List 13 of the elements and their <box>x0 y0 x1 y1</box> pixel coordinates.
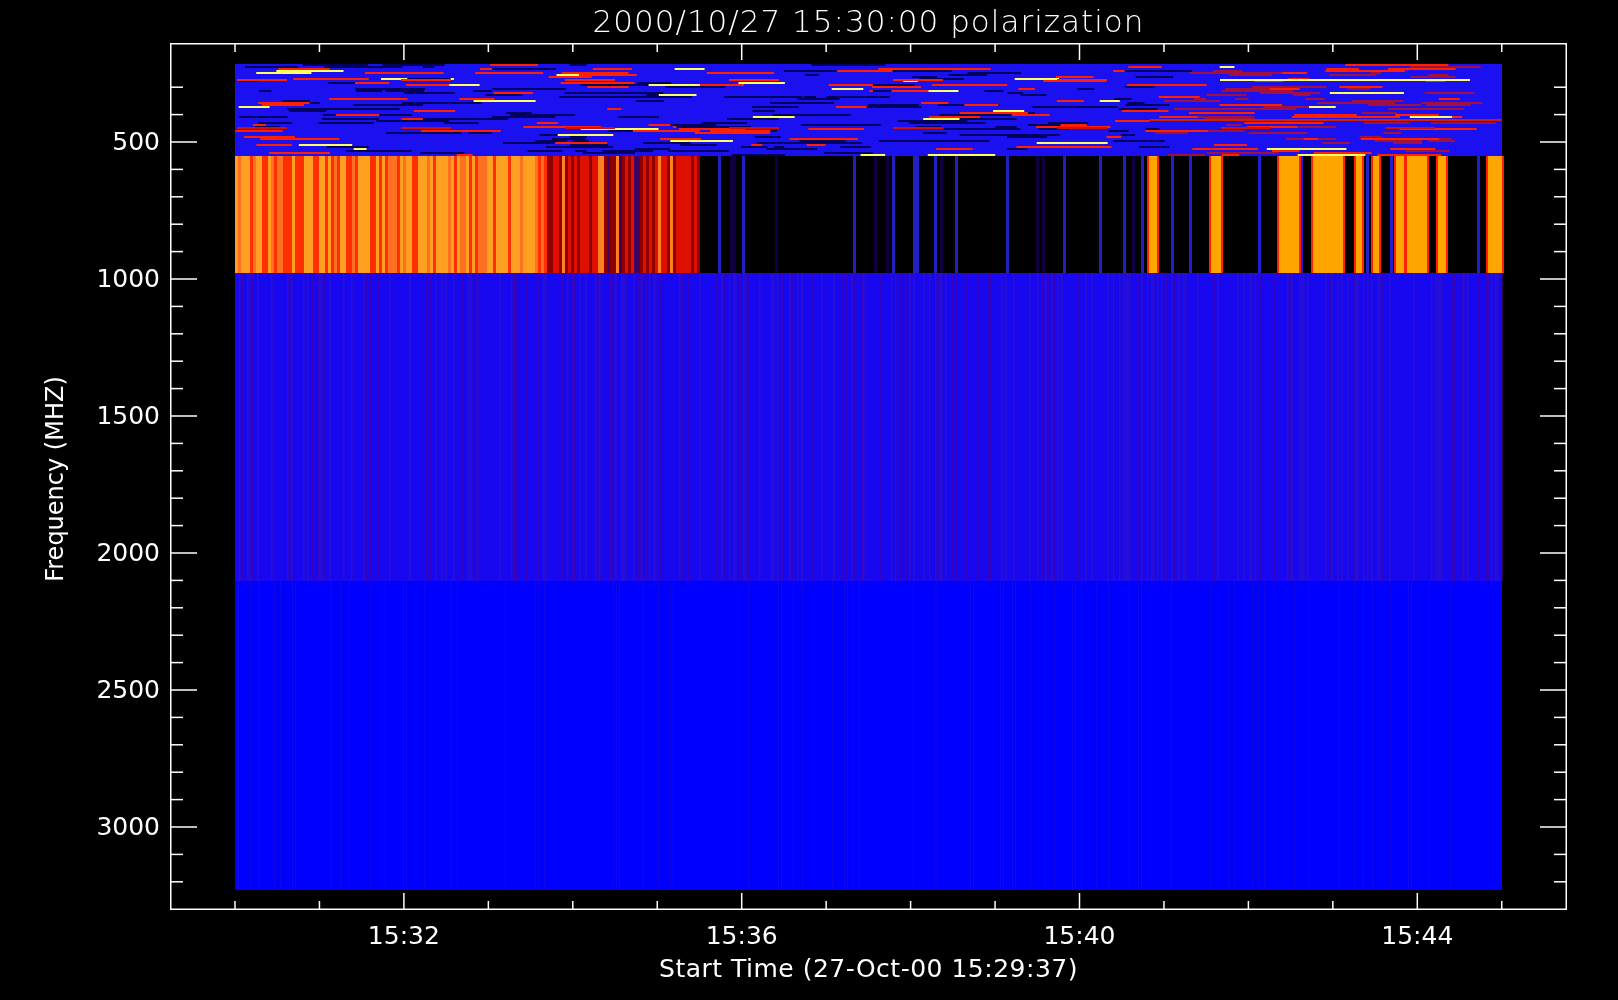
y-tick-label: 2000 <box>96 538 160 568</box>
x-tick-label: 15:36 <box>704 921 779 951</box>
y-tick-label: 1000 <box>96 264 160 294</box>
x-axis-title: Start Time (27-Oct-00 15:29:37) <box>658 954 1079 984</box>
x-tick-label: 15:32 <box>366 921 441 951</box>
y-tick-label: 2500 <box>96 675 160 705</box>
y-tick-label: 500 <box>112 127 160 157</box>
x-tick-label: 15:40 <box>1042 921 1117 951</box>
plot-title: 2000/10/27 15:30:00 polarization <box>591 2 1146 41</box>
x-tick-label: 15:44 <box>1380 921 1455 951</box>
y-axis-title: Frequency (MHZ) <box>40 375 70 584</box>
y-tick-label: 1500 <box>96 401 160 431</box>
y-tick-label: 3000 <box>96 812 160 842</box>
